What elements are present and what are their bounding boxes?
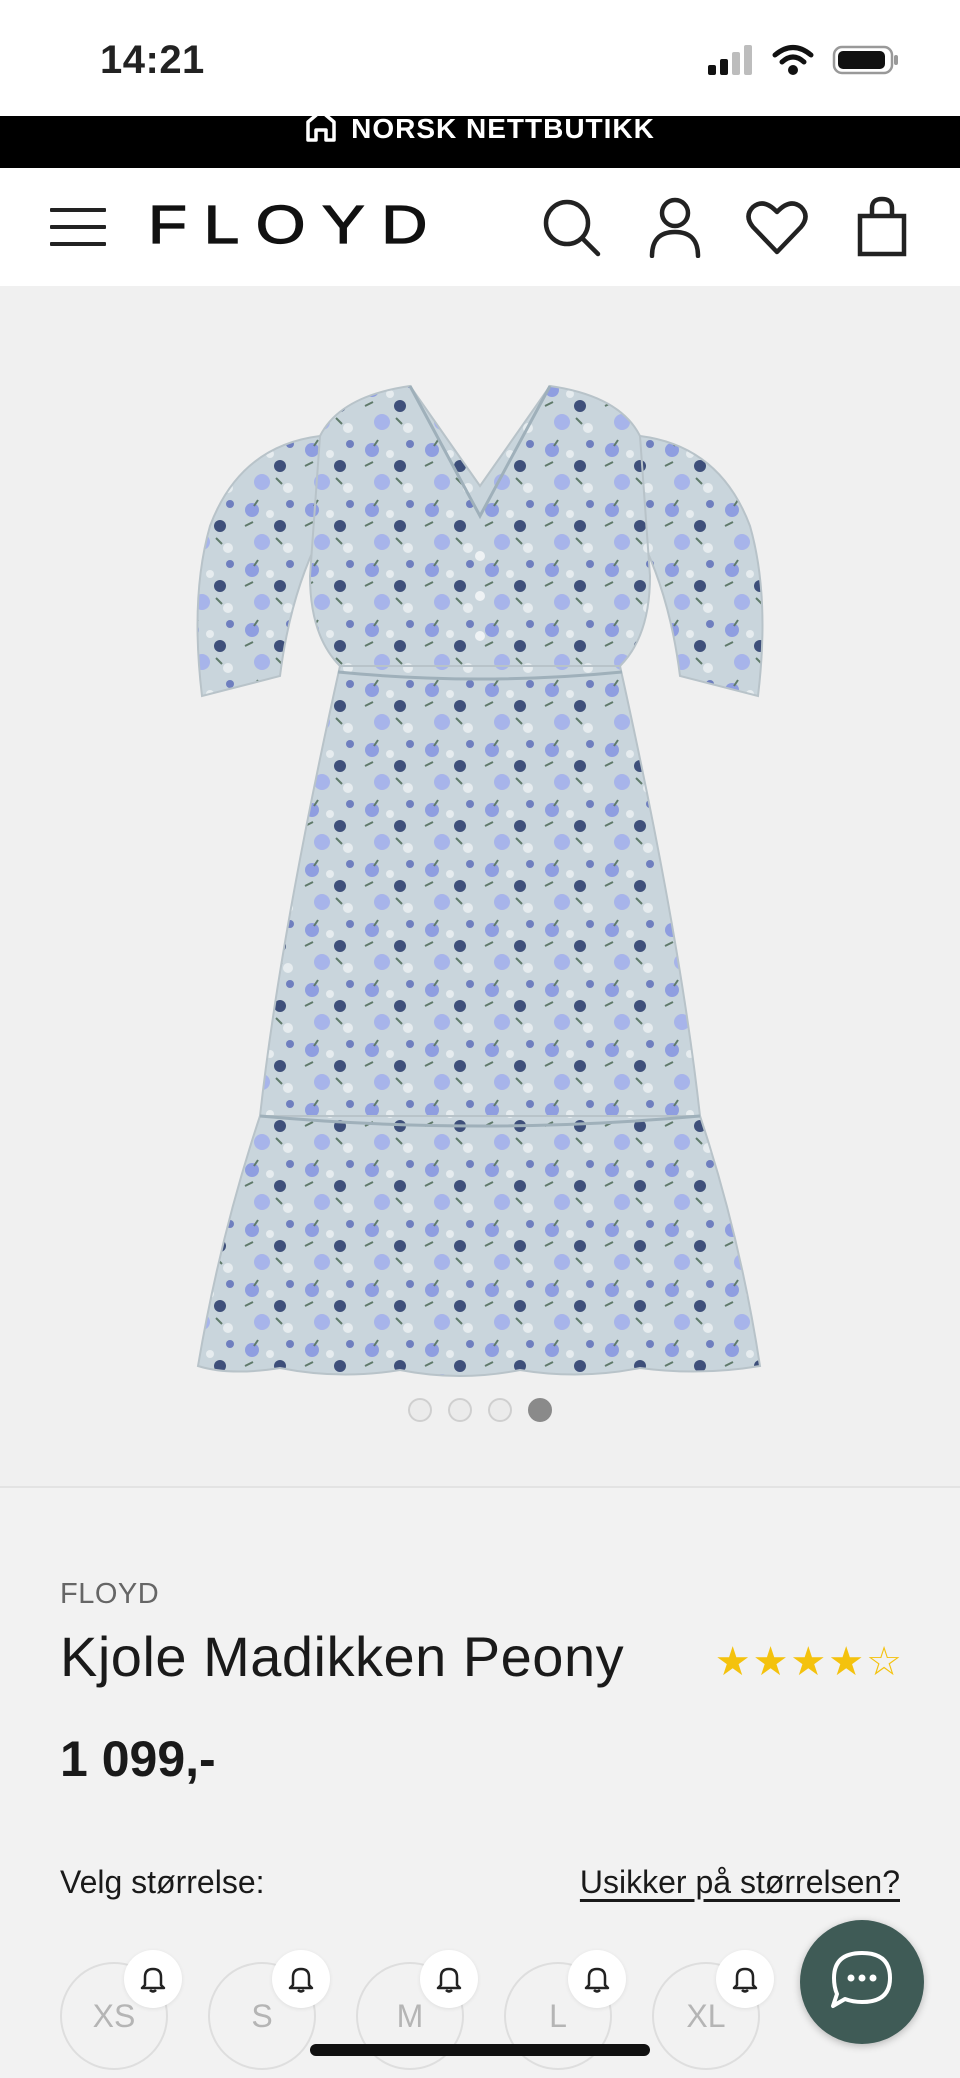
floral-dress-image: [180, 376, 780, 1386]
product-brand[interactable]: FLOYD: [60, 1578, 159, 1611]
bell-icon[interactable]: [568, 1950, 626, 2008]
bell-icon[interactable]: [124, 1950, 182, 2008]
chat-bubble-icon: [827, 1948, 897, 2017]
site-header: FLOYD: [0, 168, 960, 286]
bell-icon[interactable]: [420, 1950, 478, 2008]
size-label: Velg størrelse:: [60, 1864, 265, 1900]
menu-icon[interactable]: [50, 200, 106, 254]
floyd-logo[interactable]: FLOYD: [147, 194, 448, 256]
status-time: 14:21: [100, 38, 205, 82]
status-icons: [708, 44, 900, 81]
signal-icon: [708, 45, 754, 80]
size-option-s[interactable]: S: [208, 1950, 330, 2070]
home-indicator: [310, 2044, 650, 2056]
wifi-icon: [772, 44, 814, 81]
rating-stars[interactable]: ★ ★ ★ ★ ☆: [715, 1642, 902, 1682]
gallery-dot[interactable]: [448, 1398, 472, 1422]
size-option-label: XL: [686, 1997, 726, 2034]
house-icon: [305, 116, 337, 149]
size-option-label: M: [396, 1997, 424, 2034]
star-empty-icon: ☆: [866, 1640, 902, 1684]
promo-bar: NORSK NETTBUTIKK: [0, 116, 960, 168]
battery-icon: [832, 44, 900, 81]
size-option-label: S: [251, 1997, 273, 2034]
star-full-icon: ★: [714, 1640, 751, 1684]
size-option-xl[interactable]: XL: [652, 1950, 774, 2070]
star-full-icon: ★: [790, 1640, 827, 1684]
bell-icon[interactable]: [716, 1950, 774, 2008]
logo-text: FLOYD: [148, 196, 444, 255]
bag-icon[interactable]: [852, 196, 914, 258]
star-full-icon: ★: [828, 1640, 865, 1684]
promo-text: NORSK NETTBUTIKK: [351, 116, 655, 144]
size-help-link[interactable]: Usikker på størrelsen?: [580, 1864, 900, 1901]
star-full-icon: ★: [752, 1640, 789, 1684]
gallery-dot[interactable]: [488, 1398, 512, 1422]
size-option-label: XS: [92, 1997, 136, 2034]
user-icon[interactable]: [644, 196, 706, 259]
chat-button[interactable]: [800, 1920, 924, 2044]
size-option-label: L: [549, 1997, 567, 2034]
heart-icon[interactable]: [746, 196, 808, 258]
gallery-dot[interactable]: [408, 1398, 432, 1422]
product-price: 1 099,-: [60, 1731, 216, 1787]
product-gallery[interactable]: [0, 286, 960, 1488]
product-title: Kjole Madikken Peony: [60, 1625, 625, 1688]
gallery-dot-active[interactable]: [528, 1398, 552, 1422]
size-option-xs[interactable]: XS: [60, 1950, 182, 2070]
status-bar: 14:21: [0, 0, 960, 116]
gallery-dots: [0, 1398, 960, 1422]
bell-icon[interactable]: [272, 1950, 330, 2008]
search-icon[interactable]: [540, 196, 602, 258]
